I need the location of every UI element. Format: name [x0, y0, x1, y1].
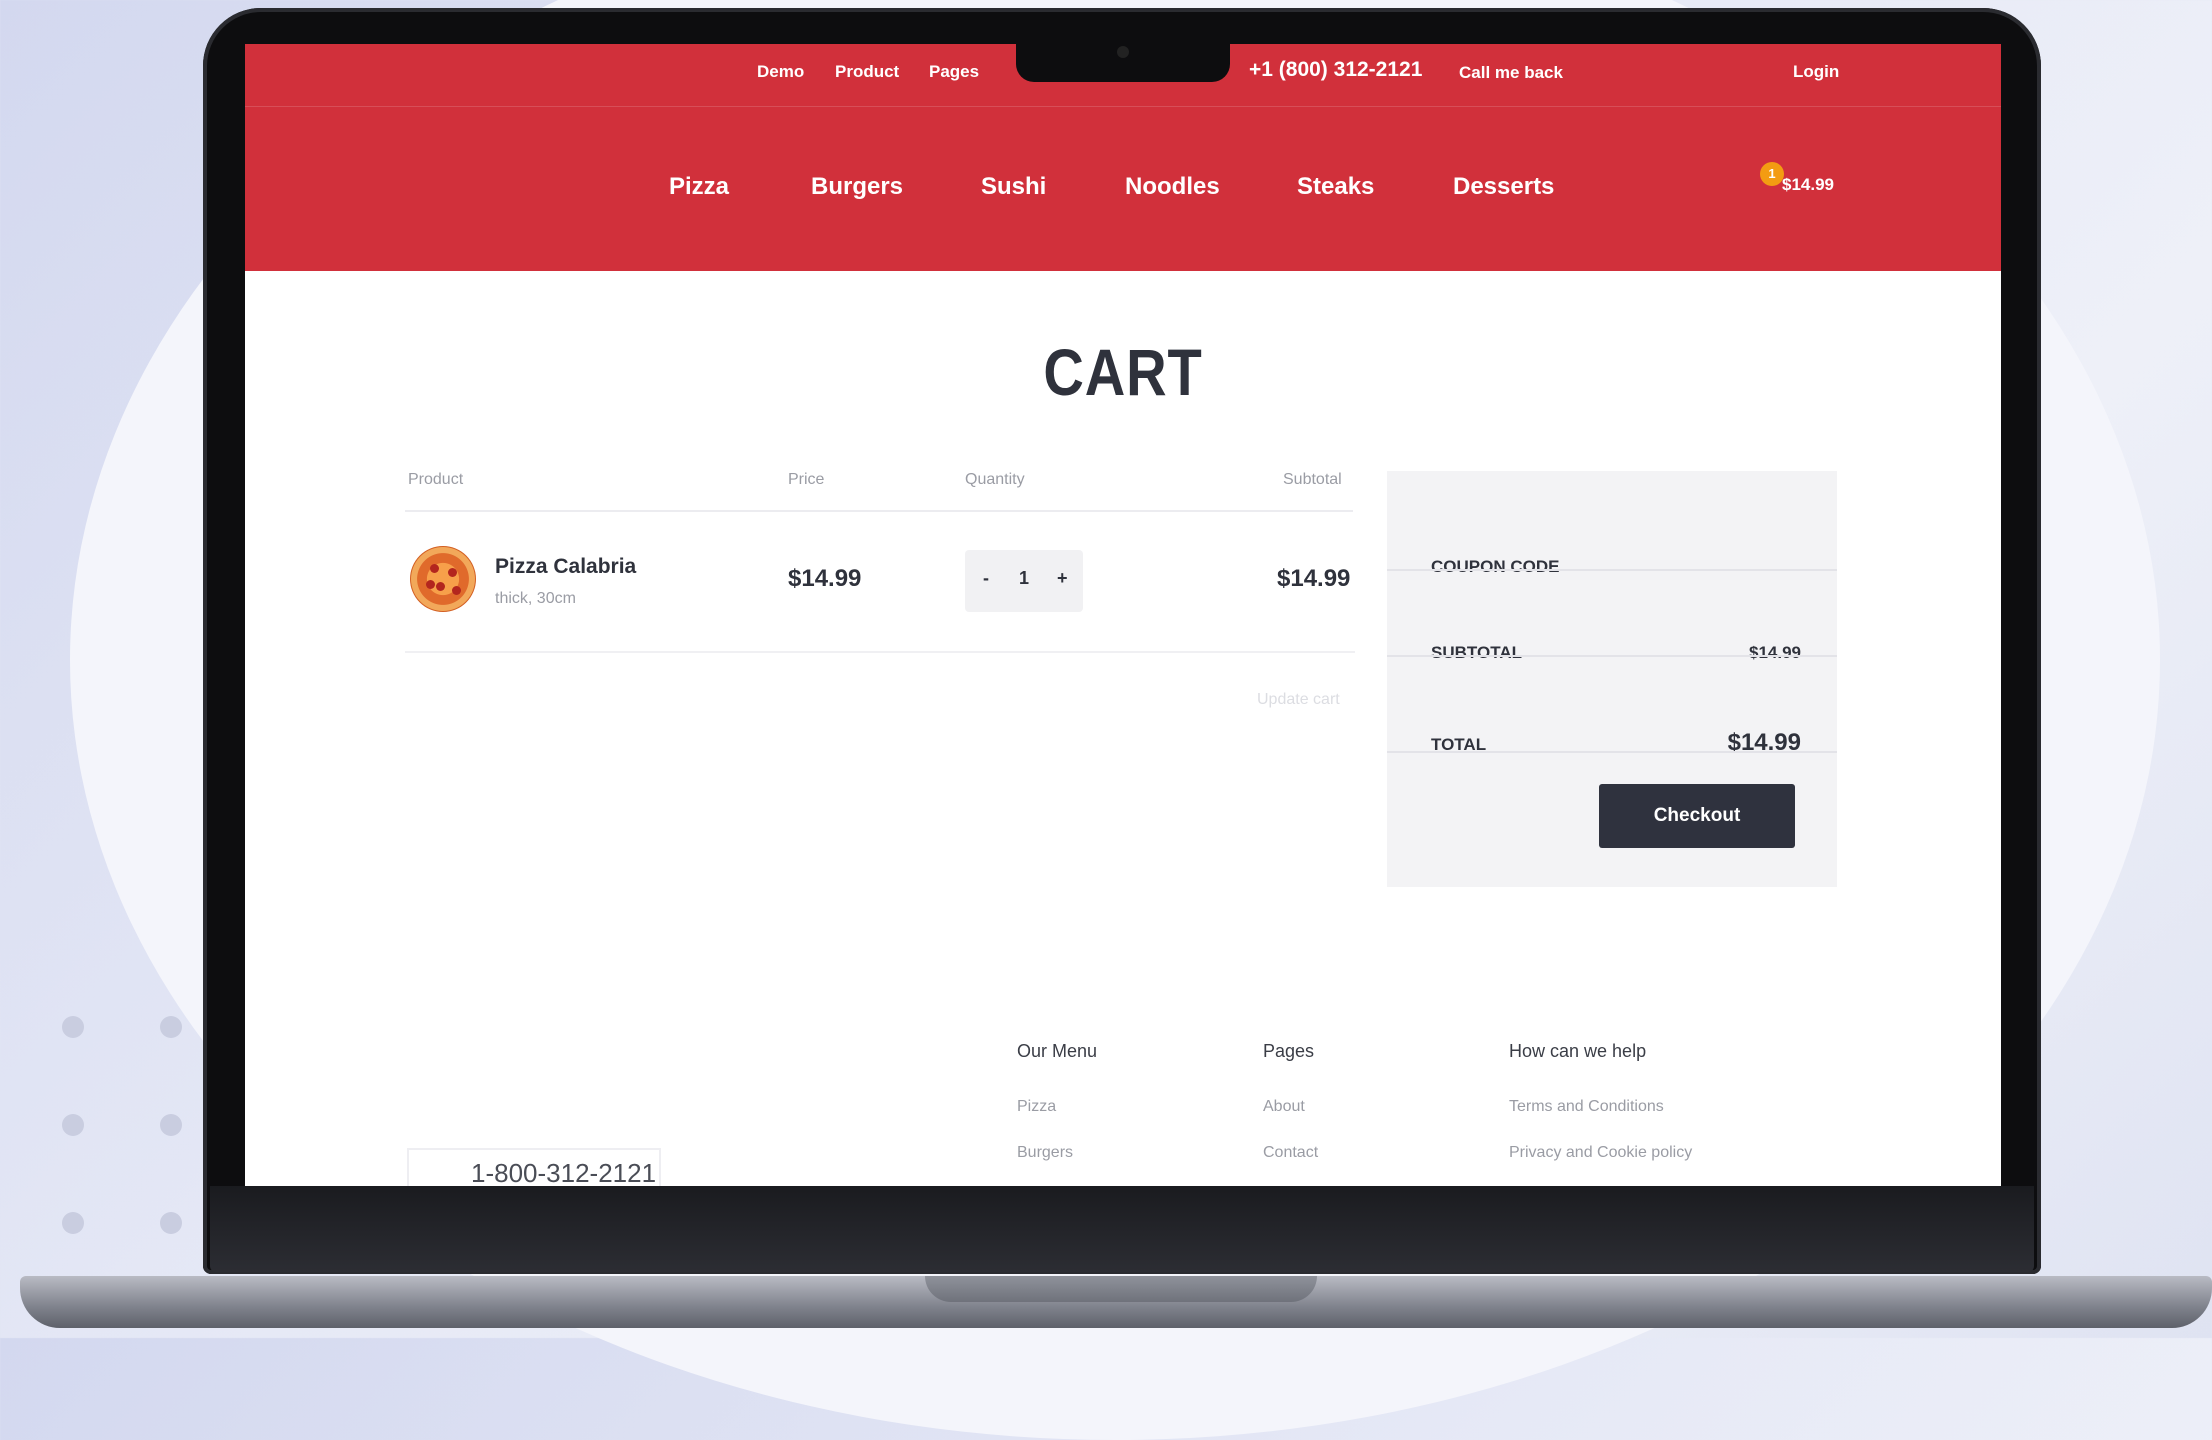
topbar-phone[interactable]: +1 (800) 312-2121 [1249, 58, 1422, 82]
topbar-link-pages[interactable]: Pages [929, 62, 979, 82]
update-cart-button[interactable]: Update cart [1257, 691, 1340, 709]
product-subtotal: $14.99 [1277, 565, 1351, 592]
cart-summary: COUPON CODE SUBTOTAL $14.99 TOTAL $14.99… [1387, 471, 1837, 887]
summary-divider [1387, 751, 1837, 753]
footer-link-terms[interactable]: Terms and Conditions [1509, 1098, 1664, 1116]
footer-link-burgers[interactable]: Burgers [1017, 1144, 1073, 1162]
footer-heading-help: How can we help [1509, 1041, 1647, 1061]
page-title: CART [1043, 335, 1203, 409]
footer-phone-box: 1-800-312-2121 [407, 1148, 661, 1186]
column-header-price: Price [788, 471, 825, 488]
nav-item-pizza[interactable]: Pizza [669, 173, 729, 201]
product-variant: thick, 30cm [495, 590, 576, 607]
nav-item-burgers[interactable]: Burgers [811, 173, 903, 201]
footer-phone[interactable]: 1-800-312-2121 [471, 1158, 656, 1186]
footer-link-pizza[interactable]: Pizza [1017, 1098, 1056, 1116]
coupon-code-toggle[interactable]: COUPON CODE [1431, 557, 1559, 577]
cart-icon[interactable]: 1 [1760, 162, 1784, 186]
quantity-increase-button[interactable]: + [1057, 568, 1068, 589]
laptop-base-notch [925, 1276, 1317, 1302]
pizza-image[interactable] [410, 546, 476, 612]
footer-link-privacy[interactable]: Privacy and Cookie policy [1509, 1144, 1692, 1162]
column-header-subtotal: Subtotal [1283, 471, 1342, 488]
topbar-link-product[interactable]: Product [835, 62, 899, 82]
footer-link-contact[interactable]: Contact [1263, 1144, 1318, 1162]
product-name[interactable]: Pizza Calabria [495, 555, 636, 579]
camera-icon [1117, 46, 1129, 58]
laptop-chin [210, 1186, 2034, 1272]
summary-divider [1387, 569, 1837, 571]
quantity-value[interactable]: 1 [1019, 568, 1029, 589]
quantity-stepper: - 1 + [965, 550, 1083, 612]
main-nav: Pizza Burgers Sushi Noodles Steaks Desse… [245, 107, 2001, 271]
nav-item-steaks[interactable]: Steaks [1297, 173, 1374, 201]
call-me-back-link[interactable]: Call me back [1459, 63, 1563, 83]
screen: Demo Product Pages +1 (800) 312-2121 Cal… [245, 44, 2001, 1186]
footer-heading-pages: Pages [1263, 1041, 1315, 1061]
subtotal-label: SUBTOTAL [1431, 643, 1522, 662]
topbar-link-demo[interactable]: Demo [757, 62, 804, 82]
header-divider [405, 510, 1353, 512]
column-header-product: Product [408, 471, 464, 488]
nav-item-desserts[interactable]: Desserts [1453, 173, 1554, 201]
nav-item-noodles[interactable]: Noodles [1125, 173, 1220, 201]
footer-heading-our-menu: Our Menu [1017, 1041, 1098, 1061]
product-price: $14.99 [788, 565, 862, 592]
cart-total[interactable]: $14.99 [1782, 175, 1834, 195]
row-divider [405, 651, 1355, 653]
subtotal-value: $14.99 [1749, 643, 1801, 662]
footer-link-about[interactable]: About [1263, 1098, 1305, 1116]
summary-divider [1387, 655, 1837, 657]
nav-item-sushi[interactable]: Sushi [981, 173, 1046, 201]
column-header-quantity: Quantity [965, 471, 1025, 488]
quantity-decrease-button[interactable]: - [983, 568, 989, 589]
checkout-button[interactable]: Checkout [1599, 784, 1795, 848]
login-link[interactable]: Login [1793, 62, 1839, 82]
